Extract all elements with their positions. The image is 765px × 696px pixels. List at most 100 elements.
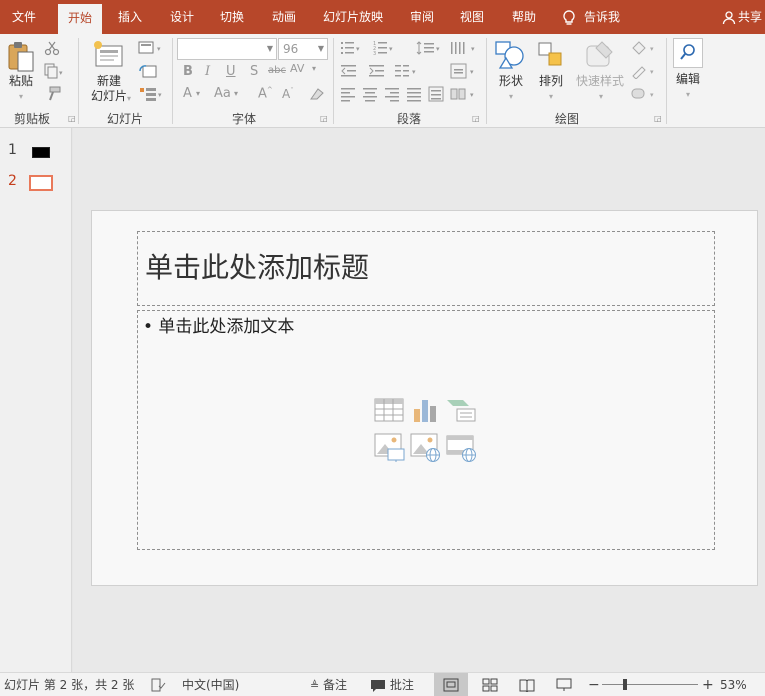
- change-case-icon[interactable]: Aa: [214, 86, 231, 101]
- svg-text:▾: ▾: [470, 91, 474, 99]
- tell-me-search[interactable]: 告诉我: [562, 0, 620, 34]
- tab-view[interactable]: 视图: [452, 0, 492, 34]
- new-slide-dropdown-arrow[interactable]: ▾: [124, 92, 134, 106]
- tab-home[interactable]: 开始: [58, 4, 102, 34]
- paste-button[interactable]: [6, 40, 36, 77]
- insert-chart-icon[interactable]: [410, 397, 440, 423]
- svg-text:▾: ▾: [157, 45, 161, 53]
- chevron-down-icon[interactable]: ▾: [312, 64, 316, 73]
- tab-animations[interactable]: 动画: [264, 0, 304, 34]
- bullets-icon[interactable]: ▾: [340, 40, 362, 56]
- spelling-check-icon[interactable]: [150, 677, 166, 693]
- decrease-font-icon[interactable]: Aˇ: [282, 87, 294, 101]
- normal-view-button[interactable]: [434, 673, 468, 696]
- zoom-out-button[interactable]: −: [588, 677, 600, 693]
- numbering-icon[interactable]: 1 2 3 ▾: [373, 40, 395, 56]
- arrange-button[interactable]: [536, 40, 566, 73]
- align-right-icon[interactable]: [384, 86, 400, 102]
- zoom-slider-thumb[interactable]: [623, 679, 627, 690]
- font-name-combo[interactable]: ▼: [177, 38, 277, 60]
- slide-sorter-icon[interactable]: [482, 678, 498, 692]
- paragraph-dialog-launcher[interactable]: ◲: [472, 114, 480, 123]
- chevron-down-icon[interactable]: ▾: [196, 89, 200, 98]
- strikethrough-icon[interactable]: abc: [268, 65, 286, 76]
- slideshow-view-icon[interactable]: [556, 678, 572, 692]
- increase-indent-icon[interactable]: [368, 63, 386, 79]
- tab-review[interactable]: 审阅: [402, 0, 442, 34]
- slide-canvas[interactable]: 单击此处添加标题 • 单击此处添加文本: [91, 210, 758, 586]
- shape-effects-icon[interactable]: ▾: [630, 86, 658, 102]
- reading-view-icon[interactable]: [519, 678, 535, 692]
- editing-label: 编辑: [675, 72, 700, 86]
- new-slide-button[interactable]: [93, 40, 125, 71]
- title-placeholder[interactable]: 单击此处添加标题: [137, 231, 715, 306]
- chevron-down-icon[interactable]: ▾: [504, 90, 518, 104]
- paste-dropdown-arrow[interactable]: ▾: [14, 90, 28, 104]
- slide-editing-area: 单击此处添加标题 • 单击此处添加文本: [73, 128, 765, 672]
- tab-insert[interactable]: 插入: [110, 0, 150, 34]
- justify-icon[interactable]: [406, 86, 422, 102]
- columns-icon[interactable]: ▾: [394, 63, 420, 79]
- paste-icon: [8, 42, 34, 72]
- bold-icon[interactable]: B: [183, 64, 193, 79]
- tab-help[interactable]: 帮助: [504, 0, 544, 34]
- slide-thumbnail-pane: 1 2: [0, 128, 72, 672]
- clipboard-dialog-launcher[interactable]: ◲: [68, 114, 76, 123]
- content-placeholder[interactable]: • 单击此处添加文本: [137, 310, 715, 550]
- slide-thumbnail-1[interactable]: [32, 147, 50, 158]
- notes-button[interactable]: ≜ 备注: [310, 677, 347, 694]
- drawing-dialog-launcher[interactable]: ◲: [654, 114, 662, 123]
- align-left-icon[interactable]: [340, 86, 356, 102]
- align-center-icon[interactable]: [362, 86, 378, 102]
- zoom-slider[interactable]: [602, 679, 698, 690]
- character-spacing-icon[interactable]: AV: [290, 62, 304, 75]
- shapes-button[interactable]: [494, 40, 526, 73]
- chevron-down-icon[interactable]: ▾: [681, 88, 695, 102]
- italic-icon[interactable]: I: [205, 64, 210, 79]
- find-button[interactable]: [673, 38, 703, 68]
- insert-picture-icon[interactable]: [374, 433, 406, 463]
- distributed-icon[interactable]: [428, 86, 444, 102]
- increase-font-icon[interactable]: A^: [258, 86, 273, 101]
- font-dialog-launcher[interactable]: ◲: [320, 114, 328, 123]
- shadow-icon[interactable]: S: [250, 64, 258, 79]
- copy-icon[interactable]: ▾: [44, 63, 66, 79]
- convert-to-smartart-icon[interactable]: ▾: [450, 86, 478, 102]
- format-painter-icon[interactable]: [44, 86, 62, 102]
- svg-text:▾: ▾: [59, 69, 63, 77]
- clear-formatting-icon[interactable]: [308, 86, 326, 102]
- chevron-down-icon[interactable]: ▾: [234, 89, 238, 98]
- chevron-down-icon[interactable]: ▾: [544, 90, 558, 104]
- insert-smartart-icon[interactable]: [445, 397, 477, 423]
- text-color-icon[interactable]: A: [183, 86, 192, 101]
- align-text-icon[interactable]: ▾: [450, 63, 478, 79]
- insert-table-icon[interactable]: [374, 397, 404, 423]
- tab-slideshow[interactable]: 幻灯片放映: [316, 0, 390, 34]
- layout-icon[interactable]: ▾: [138, 40, 166, 56]
- comments-button[interactable]: 批注: [370, 677, 414, 693]
- title-placeholder-text: 单击此处添加标题: [145, 251, 370, 284]
- insert-video-icon[interactable]: [446, 433, 478, 463]
- font-size-combo[interactable]: 96 ▼: [278, 38, 328, 60]
- tab-transitions[interactable]: 切换: [212, 0, 252, 34]
- notes-label: 备注: [323, 678, 348, 692]
- zoom-level[interactable]: 53%: [720, 677, 747, 693]
- quick-styles-button[interactable]: [584, 40, 616, 73]
- line-spacing-icon[interactable]: ▾: [416, 40, 442, 56]
- language-status[interactable]: 中文(中国): [182, 677, 239, 693]
- reset-slide-icon[interactable]: [138, 63, 158, 79]
- insert-online-picture-icon[interactable]: [410, 433, 442, 463]
- shape-fill-icon[interactable]: ▾: [630, 40, 658, 56]
- share-button[interactable]: 共享: [722, 0, 762, 34]
- tab-design[interactable]: 设计: [162, 0, 202, 34]
- shape-outline-icon[interactable]: ▾: [630, 63, 658, 79]
- decrease-indent-icon[interactable]: [340, 63, 358, 79]
- zoom-in-button[interactable]: +: [702, 677, 714, 693]
- text-direction-icon[interactable]: ▾: [449, 40, 479, 56]
- section-icon[interactable]: ▾: [138, 86, 166, 102]
- cut-icon[interactable]: [44, 40, 60, 56]
- chevron-down-icon[interactable]: ▾: [594, 90, 608, 104]
- slide-thumbnail-2[interactable]: [29, 175, 53, 191]
- tab-file[interactable]: 文件: [4, 0, 44, 34]
- underline-icon[interactable]: U: [226, 64, 236, 79]
